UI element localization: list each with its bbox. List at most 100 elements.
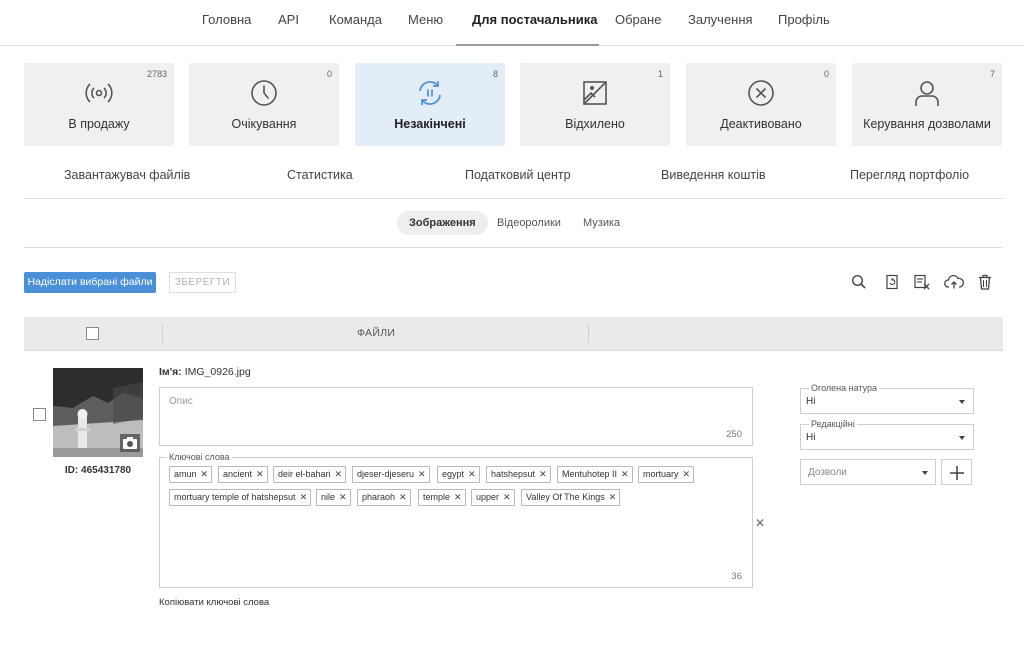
permissions-select[interactable]: Дозволи: [800, 459, 936, 485]
remove-keyword-icon[interactable]: ✕: [468, 467, 476, 482]
keyword-text: djeser-djeseru: [357, 469, 415, 479]
keyword-chip: pharaoh ✕: [357, 489, 411, 506]
copy-keywords-link[interactable]: Копіювати ключові слова: [159, 597, 269, 608]
active-nav-indicator: [456, 44, 599, 46]
divider: [24, 198, 1003, 199]
card-pending[interactable]: 0 Очікування: [189, 63, 339, 146]
remove-keyword-icon[interactable]: ✕: [621, 467, 629, 482]
upload-cloud-icon[interactable]: [944, 273, 964, 291]
card-count: 7: [989, 69, 995, 79]
keyword-chip: upper ✕: [471, 489, 515, 506]
description-field[interactable]: Опис 250: [159, 387, 753, 446]
column-divider: [588, 325, 589, 343]
nav-api[interactable]: API: [278, 0, 299, 46]
row-checkbox[interactable]: [33, 408, 46, 421]
card-unfinished[interactable]: 8 Незакінчені: [355, 63, 505, 146]
file-thumbnail[interactable]: [53, 368, 143, 457]
person-icon: [915, 81, 939, 106]
tab-videos[interactable]: Відеоролики: [497, 211, 561, 235]
file-name-label: Ім'я:: [159, 366, 182, 378]
nav-referral[interactable]: Залучення: [688, 0, 753, 46]
card-deactivated[interactable]: 0 Деактивовано: [686, 63, 836, 146]
link-portfolio[interactable]: Перегляд портфоліо: [850, 168, 969, 182]
keyword-chip: temple ✕: [418, 489, 466, 506]
select-all-checkbox[interactable]: [86, 327, 99, 340]
remove-keyword-icon[interactable]: ✕: [201, 467, 209, 482]
link-tax-center[interactable]: Податковий центр: [465, 168, 571, 182]
remove-keyword-icon[interactable]: ✕: [503, 490, 511, 505]
search-icon[interactable]: [850, 273, 868, 291]
tab-images[interactable]: Зображення: [397, 211, 488, 235]
card-label: Відхилено: [565, 117, 625, 131]
card-label: Керування дозволами: [863, 117, 991, 131]
chevron-down-icon: [959, 436, 965, 440]
clear-list-icon[interactable]: [913, 273, 931, 291]
card-on-sale[interactable]: 2783 В продажу: [24, 63, 174, 146]
plus-icon: [950, 466, 964, 480]
remove-keyword-icon[interactable]: ✕: [300, 490, 308, 505]
keywords-label: Ключові слова: [167, 452, 232, 462]
nav-team[interactable]: Команда: [329, 0, 382, 46]
nudity-label: Оголена натура: [809, 383, 880, 393]
save-button[interactable]: ЗБЕРЕГТИ: [169, 272, 236, 293]
keyword-text: upper: [476, 492, 500, 502]
keyword-chip: mortuary temple of hatshepsut ✕: [169, 489, 312, 506]
keyword-text: nile: [321, 492, 336, 502]
trash-icon[interactable]: [976, 273, 994, 291]
remove-keyword-icon[interactable]: ✕: [339, 490, 347, 505]
chevron-down-icon: [922, 471, 928, 475]
keyword-text: egypt: [442, 469, 465, 479]
keyword-chip: nile ✕: [316, 489, 351, 506]
remove-keyword-icon[interactable]: ✕: [454, 490, 462, 505]
keywords-field[interactable]: Ключові слова amun ✕ ancient ✕ deir el-bah…: [159, 452, 753, 588]
nav-menu[interactable]: Меню: [408, 0, 443, 46]
link-statistics[interactable]: Статистика: [287, 168, 353, 182]
editorial-select[interactable]: Редакційні Ні: [800, 419, 974, 450]
keyword-chip: mortuary ✕: [638, 466, 695, 483]
link-payouts[interactable]: Виведення коштів: [661, 168, 766, 182]
file-name: Ім'я: IMG_0926.jpg: [159, 366, 251, 378]
card-label: В продажу: [68, 117, 130, 131]
remove-keyword-icon[interactable]: ✕: [399, 490, 407, 505]
clock-icon: [251, 80, 277, 106]
card-rejected[interactable]: 1 Відхилено: [520, 63, 670, 146]
card-count: 8: [492, 69, 498, 79]
remove-keyword-icon[interactable]: ✕: [609, 490, 617, 505]
clear-keywords-icon[interactable]: ✕: [755, 516, 765, 530]
editorial-value: Ні: [806, 432, 816, 443]
keyword-text: pharaoh: [362, 492, 396, 502]
nudity-select[interactable]: Оголена натура Ні: [800, 383, 974, 414]
refresh-doc-icon[interactable]: [883, 273, 901, 291]
add-permission-button[interactable]: [941, 459, 972, 485]
link-file-uploader[interactable]: Завантажувач файлів: [64, 168, 190, 182]
circle-x-icon: [748, 80, 774, 106]
submit-selected-button[interactable]: Надіслати вибрані файли: [24, 272, 156, 293]
camera-icon: [120, 434, 140, 452]
keyword-chip: hatshepsut ✕: [486, 466, 551, 483]
card-permissions[interactable]: 7 Керування дозволами: [852, 63, 1002, 146]
remove-keyword-icon[interactable]: ✕: [256, 467, 264, 482]
remove-keyword-icon[interactable]: ✕: [683, 467, 691, 482]
editorial-label: Редакційні: [809, 419, 857, 429]
nav-favorites[interactable]: Обране: [615, 0, 661, 46]
description-placeholder: Опис: [169, 396, 193, 407]
keyword-chip: Mentuhotep II ✕: [557, 466, 633, 483]
description-char-count: 250: [726, 429, 742, 440]
tab-music[interactable]: Музика: [583, 211, 620, 235]
card-count: 0: [823, 69, 829, 79]
top-navigation: Головна API Команда Меню Для постачальни…: [0, 0, 1024, 46]
keyword-text: mortuary: [643, 469, 679, 479]
card-label: Деактивовано: [720, 117, 802, 131]
remove-keyword-icon[interactable]: ✕: [335, 467, 343, 482]
remove-keyword-icon[interactable]: ✕: [539, 467, 547, 482]
nav-contributor[interactable]: Для постачальника: [472, 0, 597, 46]
nav-home[interactable]: Головна: [202, 0, 251, 46]
broadcast-icon: [85, 83, 113, 103]
chevron-down-icon: [959, 400, 965, 404]
nav-profile[interactable]: Профіль: [778, 0, 830, 46]
remove-keyword-icon[interactable]: ✕: [418, 467, 426, 482]
keyword-chip: djeser-djeseru ✕: [352, 466, 430, 483]
keyword-chip: egypt ✕: [437, 466, 480, 483]
card-count: 0: [326, 69, 332, 79]
file-name-value: IMG_0926.jpg: [184, 366, 251, 378]
